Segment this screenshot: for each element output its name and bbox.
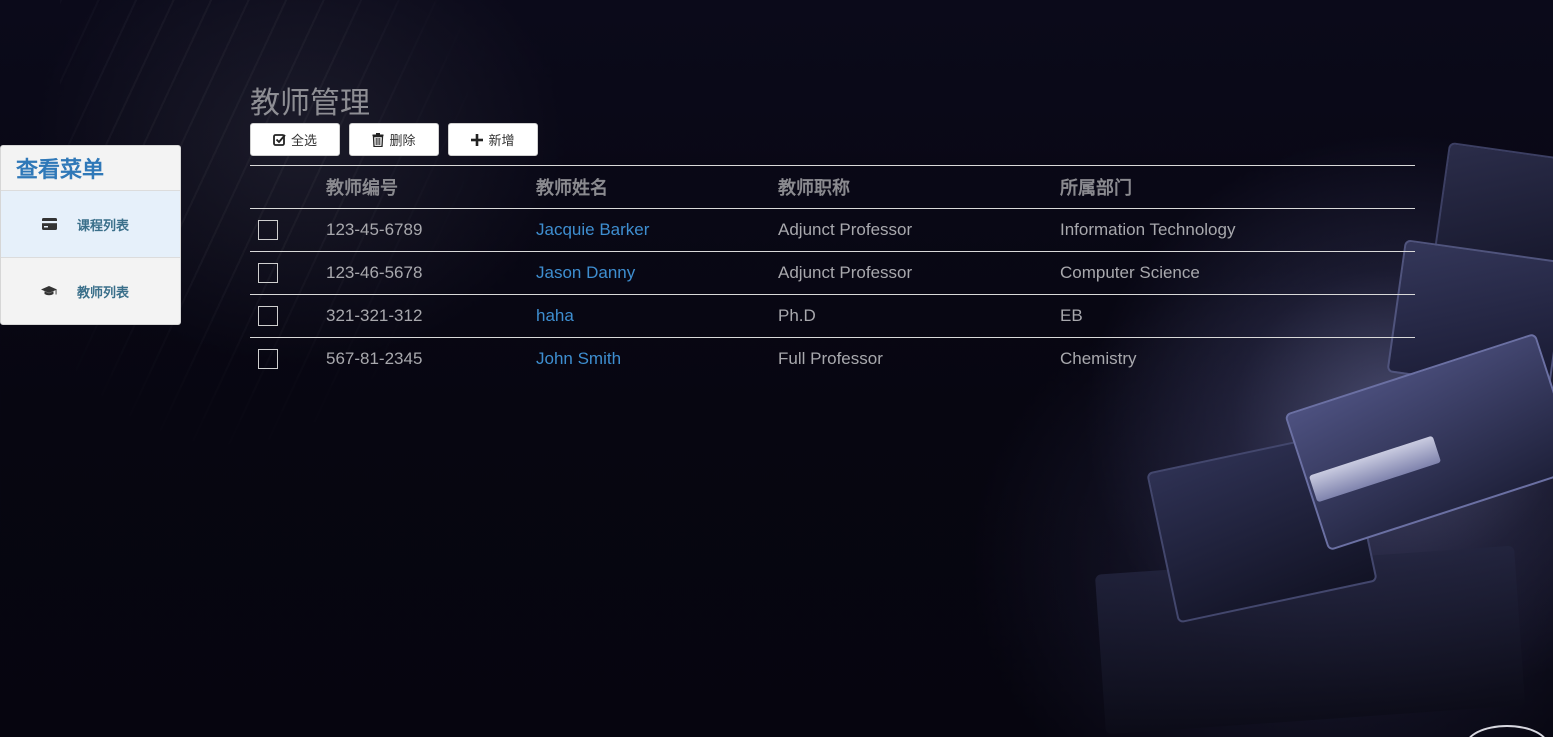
graduation-cap-icon — [41, 285, 57, 297]
table-row: 123-45-6789 Jacquie Barker Adjunct Profe… — [250, 208, 1415, 252]
teacher-name-link[interactable]: haha — [536, 306, 574, 325]
teacher-id-cell: 567-81-2345 — [326, 337, 536, 380]
background-logo-arc — [1465, 725, 1549, 737]
plus-icon — [471, 133, 484, 146]
delete-label: 删除 — [389, 134, 416, 149]
department-cell: Chemistry — [1060, 337, 1415, 380]
teacher-id-cell: 321-321-312 — [326, 294, 536, 338]
table-header-row: 教师编号 教师姓名 教师职称 所属部门 — [250, 165, 1415, 209]
row-checkbox[interactable] — [258, 263, 278, 283]
department-cell: Computer Science — [1060, 251, 1415, 295]
teacher-name-link[interactable]: Jason Danny — [536, 263, 635, 282]
add-button[interactable]: 新增 — [448, 123, 538, 156]
header-teacher-title: 教师职称 — [778, 165, 1060, 209]
sidebar-header: 查看菜单 — [1, 146, 180, 191]
header-teacher-id: 教师编号 — [326, 165, 536, 209]
background-key-decoration — [1146, 430, 1378, 624]
teacher-title-cell: Ph.D — [778, 294, 1060, 338]
credit-card-icon — [41, 218, 57, 230]
check-square-icon — [273, 133, 286, 146]
department-cell: EB — [1060, 294, 1415, 338]
background-key-decoration — [1094, 545, 1526, 735]
teacher-title-cell: Full Professor — [778, 337, 1060, 380]
row-checkbox[interactable] — [258, 306, 278, 326]
sidebar-item-label: 教师列表 — [77, 285, 130, 301]
header-teacher-name: 教师姓名 — [536, 165, 778, 209]
delete-button[interactable]: 删除 — [349, 123, 439, 156]
sidebar-title: 查看菜单 — [16, 158, 105, 183]
toolbar: 全选 删除 新增 — [250, 123, 538, 156]
table-row: 123-46-5678 Jason Danny Adjunct Professo… — [250, 251, 1415, 295]
background-key-decoration — [1431, 141, 1553, 283]
sidebar-item-label: 课程列表 — [77, 218, 130, 234]
trash-icon — [372, 132, 384, 147]
teacher-table: 教师编号 教师姓名 教师职称 所属部门 123-45-6789 Jacquie … — [250, 165, 1415, 380]
row-checkbox[interactable] — [258, 349, 278, 369]
teacher-id-cell: 123-46-5678 — [326, 251, 536, 295]
header-checkbox-column — [250, 165, 326, 209]
teacher-name-link[interactable]: Jacquie Barker — [536, 220, 649, 239]
table-row: 321-321-312 haha Ph.D EB — [250, 294, 1415, 338]
background-key-decoration — [1308, 435, 1442, 503]
select-all-label: 全选 — [290, 134, 317, 149]
select-all-button[interactable]: 全选 — [250, 123, 340, 156]
teacher-id-cell: 123-45-6789 — [326, 208, 536, 252]
page-title: 教师管理 — [250, 86, 370, 121]
sidebar-menu: 查看菜单 课程列表 教师列表 — [0, 145, 181, 325]
table-row: 567-81-2345 John Smith Full Professor Ch… — [250, 337, 1415, 380]
teacher-title-cell: Adjunct Professor — [778, 251, 1060, 295]
department-cell: Information Technology — [1060, 208, 1415, 252]
sidebar-item-course-list[interactable]: 课程列表 — [1, 191, 180, 258]
teacher-title-cell: Adjunct Professor — [778, 208, 1060, 252]
row-checkbox[interactable] — [258, 220, 278, 240]
teacher-name-link[interactable]: John Smith — [536, 349, 621, 368]
sidebar-item-teacher-list[interactable]: 教师列表 — [1, 258, 180, 324]
header-department: 所属部门 — [1060, 165, 1415, 209]
add-label: 新增 — [488, 134, 515, 149]
